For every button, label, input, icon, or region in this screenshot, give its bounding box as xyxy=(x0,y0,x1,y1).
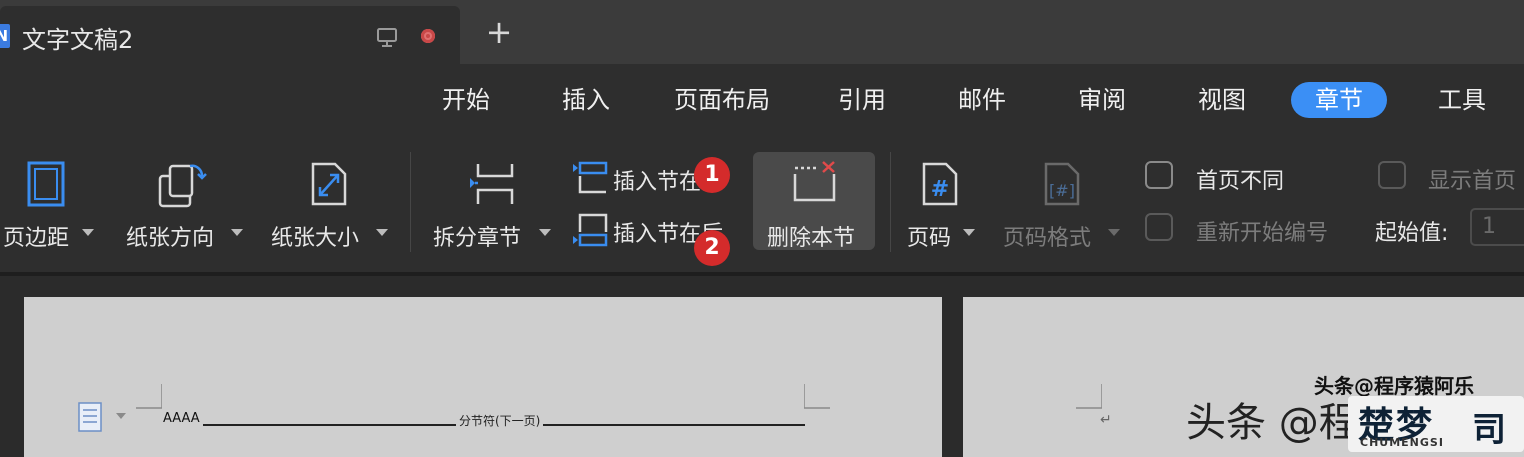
page-number-icon[interactable]: # xyxy=(920,160,960,208)
first-page-different-label[interactable]: 首页不同 xyxy=(1196,163,1284,195)
section-break-label: 分节符(下一页) xyxy=(456,412,544,429)
page-margins-label[interactable]: 页边距 xyxy=(3,220,69,252)
watermark-logo-mark: 司 xyxy=(1472,410,1506,450)
page-number-format-icon: [#] xyxy=(1044,162,1080,206)
menu-mailings[interactable]: 邮件 xyxy=(958,82,1006,118)
split-section-label[interactable]: 拆分章节 xyxy=(433,220,521,252)
paragraph-mark: ↵ xyxy=(1100,412,1112,428)
margin-corner-mark xyxy=(1076,384,1102,409)
page-number-caret[interactable] xyxy=(963,229,975,236)
start-value-label: 起始值: xyxy=(1375,221,1449,246)
paragraph-layout-icon[interactable] xyxy=(78,402,126,432)
page-orientation-icon[interactable] xyxy=(156,160,208,210)
insert-section-after-icon[interactable] xyxy=(572,212,608,248)
delete-section-icon xyxy=(793,161,836,202)
page-number-label[interactable]: 页码 xyxy=(907,220,951,252)
delete-section-label: 删除本节 xyxy=(767,226,856,251)
watermark-toutiao: 头条 @程 xyxy=(1186,400,1359,446)
page-size-label[interactable]: 纸张大小 xyxy=(271,220,359,252)
menu-tools[interactable]: 工具 xyxy=(1438,82,1486,118)
step-badge-2: 2 xyxy=(694,230,730,266)
page-number-format-caret xyxy=(1108,229,1120,236)
restart-numbering-checkbox xyxy=(1145,213,1173,241)
margins-dropdown-caret[interactable] xyxy=(82,229,94,236)
first-page-different-checkbox[interactable] xyxy=(1145,161,1173,189)
page-number-format-label: 页码格式 xyxy=(1003,226,1092,251)
svg-text:#: # xyxy=(931,177,949,202)
insert-section-before-icon[interactable] xyxy=(572,160,608,196)
ribbon-divider xyxy=(890,152,891,252)
margin-corner-mark xyxy=(804,384,830,409)
menu-insert[interactable]: 插入 xyxy=(562,82,610,118)
document-page-1[interactable] xyxy=(24,297,942,457)
menu-chapter[interactable]: 章节 xyxy=(1291,82,1387,118)
page-margins-icon[interactable] xyxy=(26,160,66,208)
writer-app-icon: N xyxy=(0,24,10,48)
start-value-input: 1 xyxy=(1470,208,1524,246)
split-section-caret[interactable] xyxy=(539,229,551,236)
watermark-logo-subtext: CHUMENGSI xyxy=(1360,436,1444,449)
document-text[interactable]: AAAA xyxy=(163,411,200,426)
document-title[interactable]: 文字文稿2 xyxy=(22,20,133,55)
unsaved-dot-icon[interactable] xyxy=(421,29,435,43)
show-first-page-checkbox xyxy=(1378,161,1406,189)
margin-corner-mark xyxy=(136,384,162,409)
svg-text:[#]: [#] xyxy=(1049,181,1075,200)
page-orientation-label[interactable]: 纸张方向 xyxy=(126,220,214,252)
menu-home[interactable]: 开始 xyxy=(442,82,490,118)
menu-references[interactable]: 引用 xyxy=(838,82,886,118)
menu-review[interactable]: 审阅 xyxy=(1078,82,1126,118)
show-first-page-label: 显示首页 xyxy=(1428,169,1517,194)
split-section-icon[interactable] xyxy=(468,160,516,208)
restart-numbering-label: 重新开始编号 xyxy=(1196,221,1329,246)
ribbon-divider xyxy=(410,152,411,252)
size-dropdown-caret[interactable] xyxy=(376,229,388,236)
menu-view[interactable]: 视图 xyxy=(1198,82,1246,118)
orientation-dropdown-caret[interactable] xyxy=(231,229,243,236)
new-tab-button[interactable]: + xyxy=(482,16,516,50)
step-badge-1: 1 xyxy=(694,157,730,193)
monitor-icon[interactable] xyxy=(376,26,398,48)
menu-page-layout[interactable]: 页面布局 xyxy=(674,82,770,118)
page-size-icon[interactable] xyxy=(309,160,349,208)
